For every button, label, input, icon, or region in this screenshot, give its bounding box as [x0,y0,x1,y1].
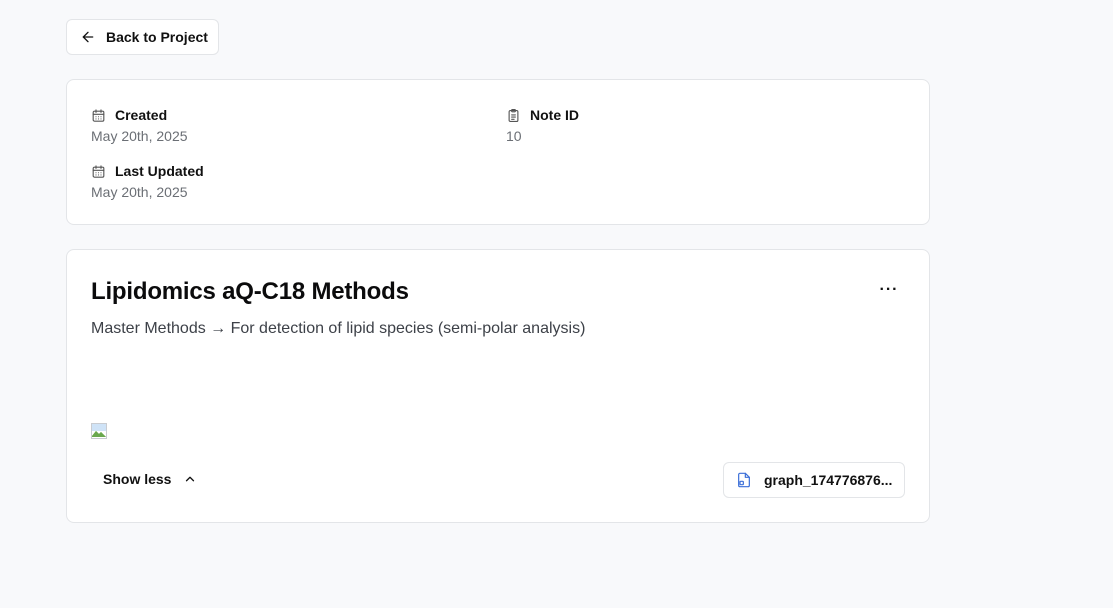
more-options-button[interactable]: ··· [875,277,903,303]
created-label: Created [115,107,168,123]
attachment-name: graph_174776876... [764,472,893,488]
note-id-field: Note ID 10 [506,106,579,144]
note-id-value: 10 [506,128,522,144]
calendar-icon [92,164,105,178]
arrow-left-icon [82,31,94,43]
back-to-project-button[interactable]: Back to Project [66,19,219,55]
show-less-button[interactable]: Show less [103,471,197,487]
note-description: Master Methods → For detection of lipid … [91,320,586,337]
created-field: Created May 20th, 2025 [91,106,188,144]
note-content-card: Lipidomics aQ-C18 Methods ··· Master Met… [66,249,930,523]
last-updated-value: May 20th, 2025 [91,184,188,200]
attachment-chip[interactable]: graph_174776876... [723,462,905,498]
note-id-label: Note ID [530,107,579,123]
last-updated-field: Last Updated May 20th, 2025 [91,162,204,200]
broken-image-icon [91,423,107,439]
created-value: May 20th, 2025 [91,128,188,144]
show-less-label: Show less [103,471,172,487]
back-to-project-label: Back to Project [106,29,208,45]
chevron-up-icon [186,476,195,482]
note-title: Lipidomics aQ-C18 Methods [91,278,409,305]
file-image-icon [738,472,750,488]
last-updated-label: Last Updated [115,163,204,179]
calendar-icon [92,108,105,122]
clipboard-icon [508,108,519,122]
note-metadata-card: Created May 20th, 2025 Note ID 10 Last U… [66,79,930,225]
